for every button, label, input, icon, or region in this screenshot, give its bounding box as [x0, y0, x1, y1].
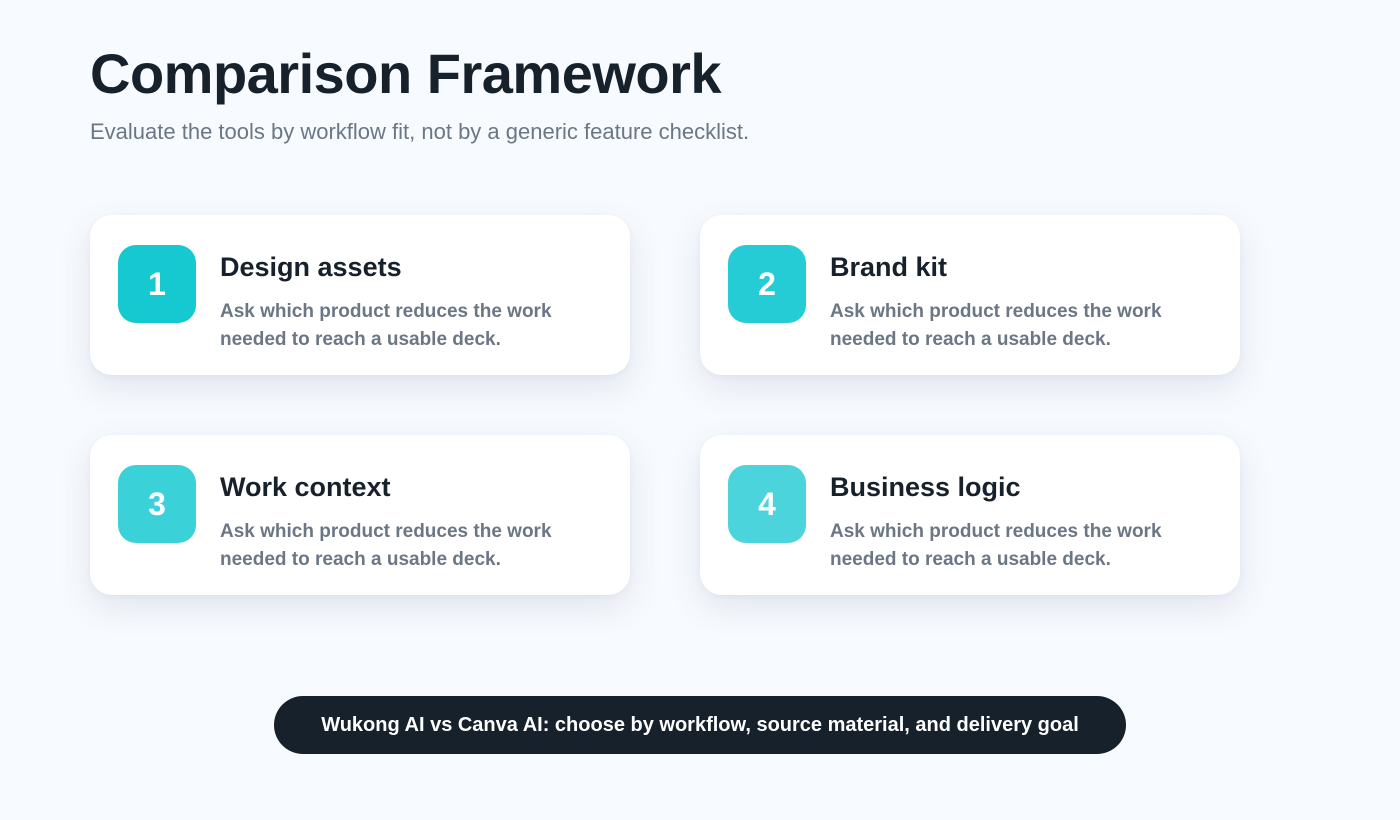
card-description: Ask which product reduces the work neede… [830, 521, 1162, 570]
card-description: Ask which product reduces the work neede… [830, 301, 1162, 350]
criterion-card-design-assets: 1 Design assets Ask which product reduce… [90, 215, 630, 375]
card-description: Ask which product reduces the work neede… [220, 301, 552, 350]
card-title: Work context [220, 472, 391, 502]
page-title: Comparison Framework [90, 42, 722, 105]
criterion-card-brand-kit: 2 Brand kit Ask which product reduces th… [700, 215, 1240, 375]
card-description: Ask which product reduces the work neede… [220, 521, 552, 570]
card-title: Business logic [830, 472, 1021, 502]
criterion-card-business-logic: 4 Business logic Ask which product reduc… [700, 435, 1240, 595]
number-badge: 2 [728, 245, 806, 323]
summary-pill: Wukong AI vs Canva AI: choose by workflo… [274, 696, 1126, 754]
number-badge: 4 [728, 465, 806, 543]
card-title: Brand kit [830, 252, 948, 282]
number-badge: 1 [118, 245, 196, 323]
framework-slide: Comparison Framework Evaluate the tools … [0, 0, 1400, 820]
page-subtitle: Evaluate the tools by workflow fit, not … [90, 119, 750, 144]
card-title: Design assets [220, 252, 402, 282]
criterion-card-work-context: 3 Work context Ask which product reduces… [90, 435, 630, 595]
number-badge: 3 [118, 465, 196, 543]
